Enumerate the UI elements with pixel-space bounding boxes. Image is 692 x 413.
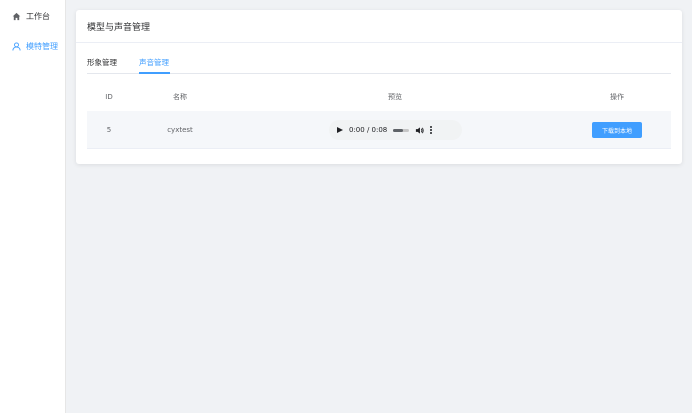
- column-header-preview: 预览: [388, 93, 402, 101]
- title-divider: [76, 42, 682, 43]
- column-header-name: 名称: [173, 93, 187, 101]
- tab-bar: 形象管理 声音管理: [87, 57, 671, 74]
- sidebar-item-workbench[interactable]: 工作台: [12, 8, 50, 24]
- cell-id: 5: [106, 125, 112, 134]
- tab-avatar-management[interactable]: 形象管理: [87, 57, 117, 74]
- volume-slider[interactable]: [393, 128, 410, 132]
- cell-name: cyxtest: [167, 125, 193, 134]
- download-button[interactable]: 下载到本地: [592, 122, 642, 138]
- sidebar: 工作台 模特管理: [0, 0, 66, 413]
- management-card: 模型与声音管理 形象管理 声音管理 ID 名称 预览 操作 5 cyxtest …: [76, 10, 682, 164]
- play-icon[interactable]: [337, 127, 343, 133]
- column-header-id: ID: [105, 93, 113, 101]
- sidebar-item-label: 工作台: [26, 11, 50, 21]
- page-title: 模型与声音管理: [87, 23, 151, 33]
- table-header: ID 名称 预览 操作: [87, 88, 671, 106]
- audio-time: 0:00 / 0:08: [349, 126, 388, 134]
- user-icon: [12, 41, 21, 51]
- table-row: 5 cyxtest 0:00 / 0:08 下载到本地: [87, 111, 671, 149]
- column-header-action: 操作: [610, 93, 624, 101]
- active-tab-indicator: [139, 72, 170, 74]
- audio-player: 0:00 / 0:08: [329, 120, 462, 140]
- home-icon: [12, 12, 21, 20]
- sidebar-item-models[interactable]: 模特管理: [12, 38, 58, 54]
- more-options-icon[interactable]: [430, 126, 433, 134]
- sidebar-item-label: 模特管理: [26, 41, 58, 51]
- volume-icon[interactable]: [415, 126, 424, 135]
- volume-slider-fill: [393, 128, 403, 132]
